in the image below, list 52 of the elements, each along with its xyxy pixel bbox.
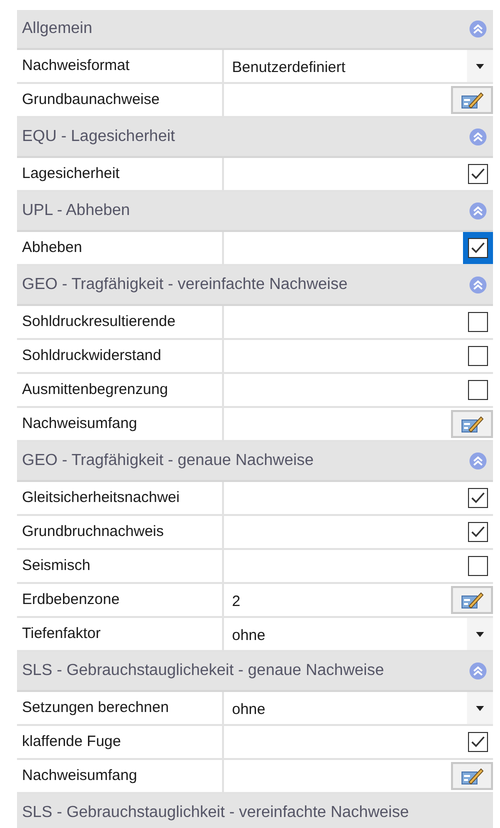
check-icon [471, 242, 485, 254]
property-label: Nachweisumfang [22, 414, 138, 434]
property-label: Abheben [22, 238, 82, 258]
checkbox[interactable] [468, 488, 488, 508]
edit-button[interactable] [451, 762, 493, 790]
property-label: Sohldruckresultierende [22, 312, 176, 332]
property-label: Ausmittenbegrenzung [22, 380, 168, 400]
property-label: Nachweisformat [22, 56, 130, 76]
edit-form-icon [459, 414, 485, 434]
section-title: Allgemein [22, 19, 94, 39]
edit-form-icon [459, 766, 485, 786]
section-title: SLS - Gebrauchstauglichkeit - vereinfachte Nachweise [22, 803, 410, 823]
dropdown-value: Benutzerdefiniert [232, 58, 346, 78]
property-label: klaffende Fuge [22, 732, 121, 752]
check-icon [471, 168, 485, 180]
section-title: EQU - Lagesicherheit [22, 127, 176, 147]
section-title: GEO - Tragfähigkeit - genaue Nachweise [22, 451, 315, 471]
checkbox[interactable] [468, 556, 488, 576]
property-label: Grundbaunachweise [22, 90, 160, 110]
check-icon [471, 492, 485, 504]
dropdown-value: ohne [232, 700, 266, 720]
dropdown-value: ohne [232, 626, 266, 646]
property-label: Gleitsicherheitsnachwei [22, 488, 180, 508]
section-title: UPL - Abheben [22, 201, 131, 221]
checkbox[interactable] [468, 164, 488, 184]
checkbox[interactable] [468, 380, 488, 400]
edit-form-icon [459, 90, 485, 110]
checkbox[interactable] [468, 238, 488, 258]
checkbox[interactable] [468, 312, 488, 332]
check-icon [471, 736, 485, 748]
edit-form-icon [459, 590, 485, 610]
field-value: 2 [232, 592, 242, 612]
property-label: Lagesicherheit [22, 164, 120, 184]
check-icon [471, 526, 485, 538]
checkbox[interactable] [468, 522, 488, 542]
caret-icon [476, 64, 484, 68]
edit-button[interactable] [451, 410, 493, 438]
caret-icon [476, 632, 484, 636]
section-title: SLS - Gebrauchstauglichekeit - genaue Nachweise [22, 661, 385, 681]
edit-button[interactable] [451, 586, 493, 614]
property-label: Setzungen berechnen [22, 698, 169, 718]
checkbox[interactable] [468, 346, 488, 366]
property-label: Grundbruchnachweis [22, 522, 164, 542]
property-label: Tiefenfaktor [22, 624, 101, 644]
checkbox[interactable] [468, 732, 488, 752]
section-title: GEO - Tragfähigkeit - vereinfachte Nachweise [22, 275, 348, 295]
property-label: Nachweisumfang [22, 766, 138, 786]
property-label: Sohldruckwiderstand [22, 346, 162, 366]
caret-icon [476, 706, 484, 710]
edit-button[interactable] [451, 86, 493, 114]
property-label: Seismisch [22, 556, 90, 576]
property-label: Erdbebenzone [22, 590, 120, 610]
